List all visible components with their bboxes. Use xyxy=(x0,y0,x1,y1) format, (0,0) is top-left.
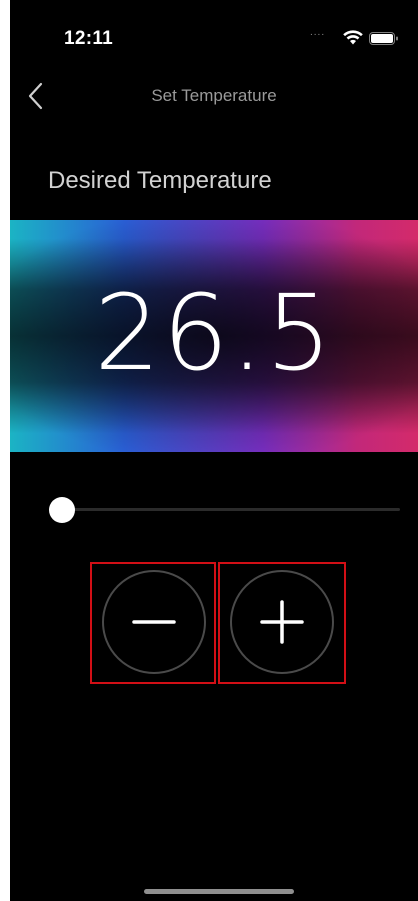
temperature-value: 26.5 xyxy=(94,272,334,394)
plus-icon xyxy=(260,600,304,644)
slider-track xyxy=(62,508,400,511)
minus-icon xyxy=(132,620,176,624)
battery-icon xyxy=(369,32,398,45)
cellular-signal-indicator: .... xyxy=(310,27,326,38)
wifi-icon xyxy=(343,30,363,45)
home-indicator[interactable] xyxy=(144,889,294,894)
decrease-temperature-button[interactable] xyxy=(90,562,216,684)
status-time: 12:11 xyxy=(64,28,114,49)
increase-button-circle xyxy=(230,570,334,674)
status-bar: 12:11 .... xyxy=(10,0,418,70)
temperature-display: 26.5 xyxy=(10,220,418,452)
navigation-bar: Set Temperature xyxy=(10,74,418,118)
page-title: Set Temperature xyxy=(151,86,277,105)
decrease-button-circle xyxy=(102,570,206,674)
slider-thumb[interactable] xyxy=(49,497,75,523)
increase-temperature-button[interactable] xyxy=(218,562,346,684)
temperature-stepper xyxy=(90,562,348,684)
section-heading: Desired Temperature xyxy=(48,167,272,194)
temperature-slider[interactable] xyxy=(49,494,400,526)
app-screen: 12:11 .... Set Temperature Desired Tempe… xyxy=(10,0,418,901)
